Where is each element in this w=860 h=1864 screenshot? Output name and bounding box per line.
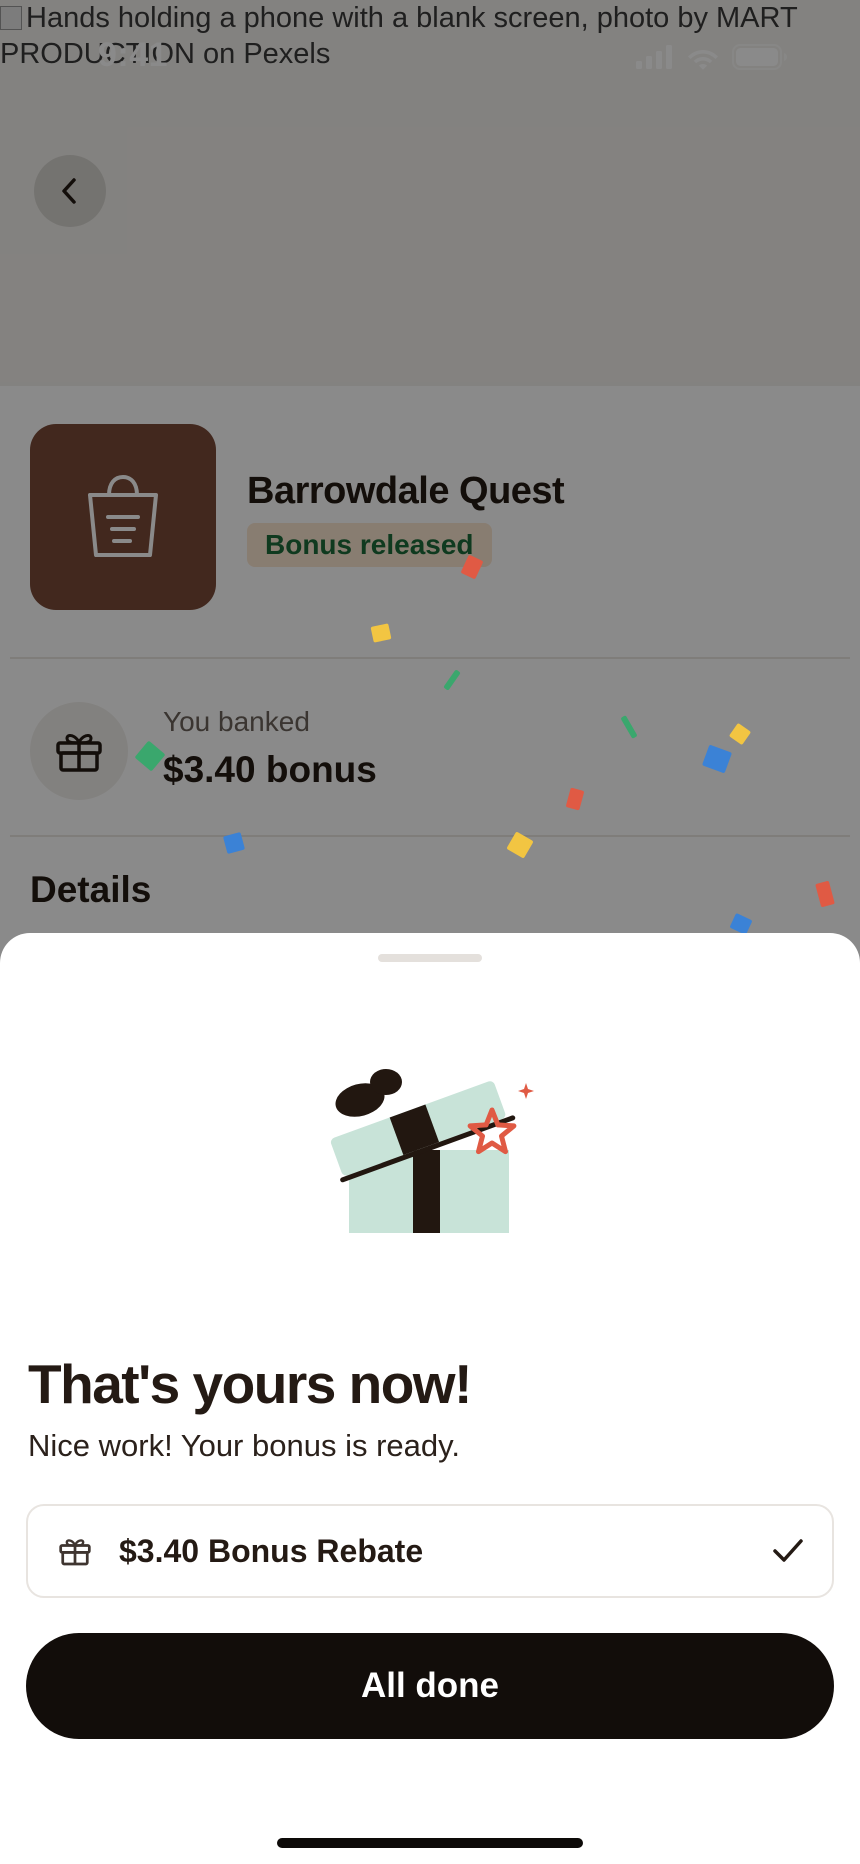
all-done-button[interactable]: All done [26, 1633, 834, 1739]
confetti-piece [135, 741, 165, 771]
bonus-bottom-sheet: That's yours now! Nice work! Your bonus … [0, 933, 860, 1864]
open-gift-illustration [330, 1069, 534, 1233]
confetti-piece [815, 881, 835, 907]
sheet-subtitle: Nice work! Your bonus is ready. [28, 1428, 460, 1463]
confetti-piece [702, 745, 732, 773]
confetti-piece [507, 832, 533, 858]
confetti-piece [223, 832, 245, 854]
confetti-piece [461, 555, 483, 579]
confetti-piece [370, 623, 392, 643]
home-indicator [277, 1838, 583, 1848]
confetti-piece [729, 723, 751, 745]
gift-icon [59, 1539, 91, 1566]
confetti-piece [621, 715, 637, 739]
reward-summary-row: $3.40 Bonus Rebate [26, 1504, 834, 1598]
confetti-piece [730, 913, 752, 935]
confetti-piece [444, 670, 460, 690]
confetti-piece [566, 787, 584, 811]
sheet-title: That's yours now! [28, 1353, 472, 1415]
confetti [135, 555, 835, 935]
reward-label: $3.40 Bonus Rebate [119, 1533, 424, 1569]
check-icon [773, 1539, 803, 1562]
sheet-grabber[interactable] [378, 954, 482, 962]
